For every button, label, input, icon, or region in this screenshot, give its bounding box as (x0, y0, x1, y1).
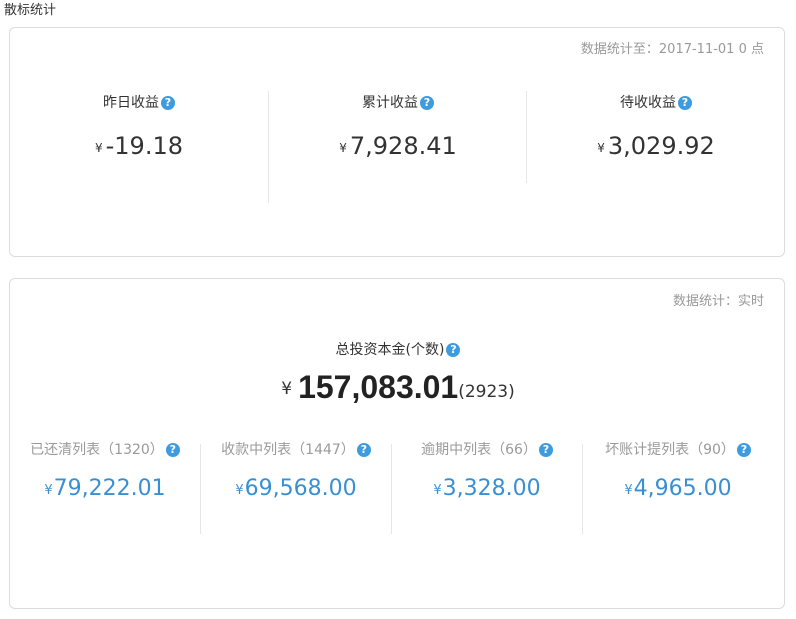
currency-symbol: ¥ (597, 141, 605, 155)
metric-yesterday-earnings: 昨日收益? ¥ -19.18 (10, 92, 268, 202)
investment-summary-card: 数据统计：实时 总投资本金(个数)? ¥157,083.01(2923) 已还清… (9, 278, 785, 609)
metric-value: 7,928.41 (349, 132, 457, 160)
stat-date-note: 数据统计至：2017-11-01 0 点 (580, 42, 764, 57)
stat-realtime-note: 数据统计：实时 (672, 294, 764, 309)
list-repaid[interactable]: 已还清列表（1320）? ¥79,222.01 (10, 439, 200, 533)
list-label[interactable]: 已还清列表（1320） (30, 442, 164, 458)
page-title: 散标统计 (4, 3, 57, 18)
metric-label: 昨日收益 (103, 95, 159, 111)
list-value[interactable]: 69,568.00 (245, 476, 357, 501)
list-label[interactable]: 逾期中列表（66） (421, 442, 537, 458)
total-principal-count: (2923) (458, 382, 515, 402)
metric-value: 3,029.92 (607, 132, 715, 160)
earnings-summary-card: 数据统计至：2017-11-01 0 点 昨日收益? ¥ -19.18 累计收益?… (9, 27, 785, 257)
total-principal-value: 157,083.01 (298, 369, 459, 405)
metric-cumulative-earnings: 累计收益? ¥7,928.41 (269, 92, 527, 202)
help-icon[interactable]: ? (165, 443, 180, 457)
help-icon[interactable]: ? (356, 443, 371, 457)
help-icon[interactable]: ? (446, 343, 461, 357)
currency-symbol: ¥ (433, 483, 442, 498)
help-icon[interactable]: ? (678, 96, 692, 110)
currency-symbol: ¥ (339, 141, 347, 155)
help-icon[interactable]: ? (538, 443, 553, 457)
metric-value: -19.18 (105, 132, 183, 160)
list-value[interactable]: 4,965.00 (634, 476, 732, 501)
list-value[interactable]: 79,222.01 (54, 476, 166, 501)
currency-symbol: ¥ (235, 483, 244, 498)
currency-symbol: ¥ (624, 483, 633, 498)
list-bad-debt[interactable]: 坏账计提列表（90）? ¥4,965.00 (583, 439, 773, 533)
help-icon[interactable]: ? (736, 443, 751, 457)
list-value[interactable]: 3,328.00 (443, 476, 541, 501)
total-principal: 总投资本金(个数)? ¥157,083.01(2923) (10, 339, 786, 413)
metric-label: 累计收益 (362, 95, 418, 111)
currency-symbol: ¥ (281, 379, 293, 399)
currency-symbol: ¥ (94, 141, 103, 155)
metric-pending-earnings: 待收收益? ¥3,029.92 (527, 92, 785, 202)
total-principal-label: 总投资本金(个数) (335, 342, 445, 358)
metric-label: 待收收益 (620, 95, 676, 111)
list-label[interactable]: 收款中列表（1447） (221, 442, 355, 458)
currency-symbol: ¥ (44, 483, 53, 498)
help-icon[interactable]: ? (161, 96, 175, 110)
help-icon[interactable]: ? (420, 96, 434, 110)
list-label[interactable]: 坏账计提列表（90） (605, 442, 735, 458)
list-overdue[interactable]: 逾期中列表（66）? ¥3,328.00 (392, 439, 582, 533)
list-collecting[interactable]: 收款中列表（1447）? ¥69,568.00 (201, 439, 391, 533)
